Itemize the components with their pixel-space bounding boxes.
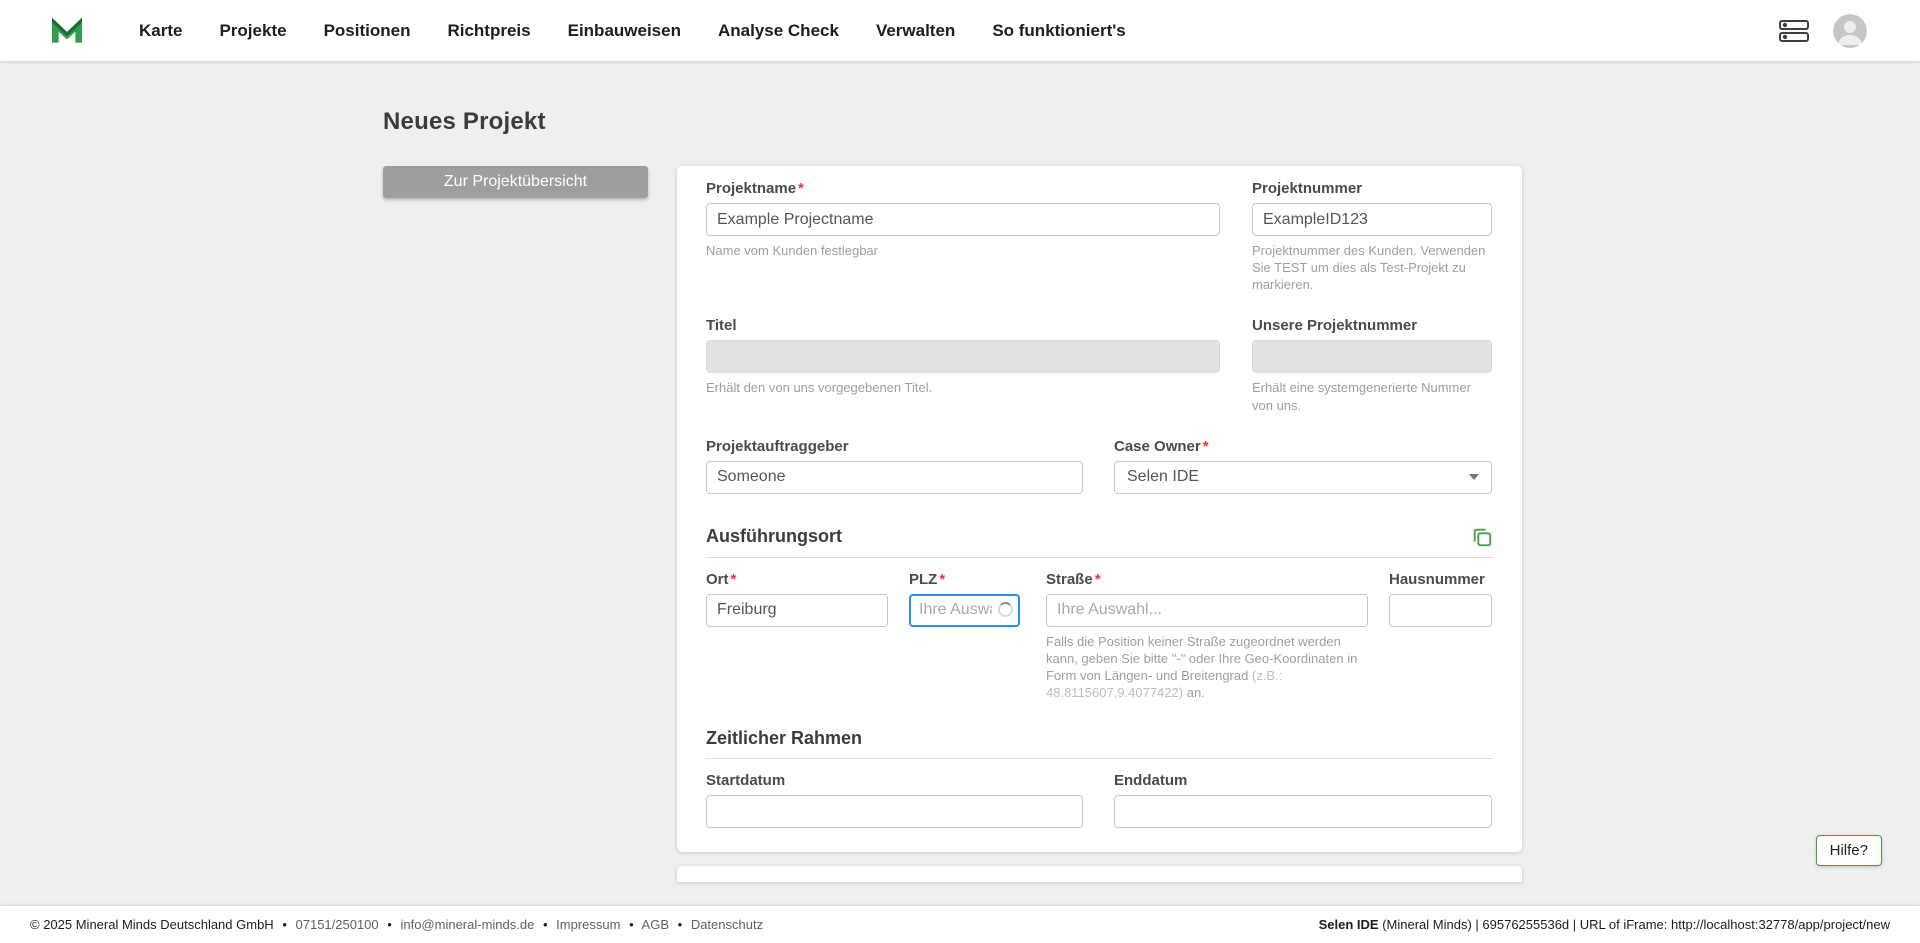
- strasse-helper: Falls die Position keiner Straße zugeord…: [1046, 633, 1358, 701]
- copy-icon: [1473, 528, 1492, 546]
- help-button[interactable]: Hilfe?: [1815, 835, 1882, 866]
- nav-item-karte[interactable]: Karte: [139, 21, 182, 41]
- footer-phone-link[interactable]: 07151/250100: [296, 917, 379, 932]
- projektname-label: Projektname *: [706, 180, 804, 197]
- projektname-input[interactable]: [706, 203, 1220, 236]
- titel-label: Titel: [706, 317, 737, 335]
- strasse-label: Straße *: [1046, 570, 1101, 588]
- nav-item-verwalten[interactable]: Verwalten: [876, 21, 955, 41]
- field-projektname: Projektname* Name vom Kunden festlegbar: [706, 180, 1220, 293]
- nav-item-so-funktionierts[interactable]: So funktioniert's: [992, 21, 1125, 41]
- chevron-down-icon: [1469, 474, 1479, 481]
- projektauftraggeber-input[interactable]: [706, 460, 1083, 494]
- enddatum-input[interactable]: [1114, 795, 1492, 829]
- zur-projektuebersicht-button[interactable]: Zur Projektübersicht: [383, 166, 648, 198]
- section-divider: [706, 758, 1493, 760]
- new-project-form-card: Projektname* Name vom Kunden festlegbar …: [677, 166, 1522, 853]
- ort-input[interactable]: [706, 593, 888, 627]
- case-owner-select[interactable]: Selen IDE: [1114, 460, 1492, 494]
- hausnummer-label: Hausnummer: [1389, 570, 1485, 588]
- field-startdatum: Startdatum: [706, 772, 1083, 829]
- user-avatar[interactable]: [1833, 13, 1867, 48]
- field-plz: PLZ *: [909, 571, 1020, 702]
- main-navigation: Karte Projekte Positionen Richtpreis Ein…: [139, 21, 1163, 41]
- field-strasse: Straße* Falls die Position keiner Straße…: [1046, 571, 1368, 702]
- required-asterisk: *: [730, 570, 737, 588]
- page-body: Neues Projekt Zur Projektübersicht Proje…: [0, 61, 1920, 883]
- nav-item-einbauweisen[interactable]: Einbauweisen: [568, 21, 681, 41]
- field-unsere-projektnummer: Unsere Projektnummer Erhält eine systemg…: [1252, 317, 1492, 413]
- hausnummer-input[interactable]: [1389, 593, 1492, 627]
- footer-links: © 2025 Mineral Minds Deutschland GmbH • …: [30, 917, 764, 932]
- plz-label: PLZ *: [909, 570, 946, 588]
- footer-username: Selen IDE: [1318, 917, 1379, 932]
- projektnummer-helper: Projektnummer des Kunden. Verwenden Sie …: [1252, 243, 1486, 293]
- ort-label: Ort *: [706, 570, 737, 588]
- field-case-owner: Case Owner * Selen IDE: [1114, 438, 1492, 494]
- projektnummer-label: Projektnummer: [1252, 180, 1363, 197]
- field-titel: Titel Erhält den von uns vorgegebenen Ti…: [706, 317, 1220, 413]
- case-owner-label: Case Owner *: [1114, 437, 1209, 455]
- nav-item-projekte[interactable]: Projekte: [219, 21, 286, 41]
- footer-agb-link[interactable]: AGB: [642, 917, 669, 932]
- projektauftraggeber-label: Projektauftraggeber: [706, 437, 849, 455]
- strasse-input[interactable]: [1046, 593, 1368, 627]
- field-projektauftraggeber: Projektauftraggeber: [706, 438, 1083, 494]
- nav-item-analyse-check[interactable]: Analyse Check: [718, 21, 839, 41]
- unsere-projektnummer-helper: Erhält eine systemgenerierte Nummer von …: [1252, 380, 1471, 413]
- enddatum-label: Enddatum: [1114, 772, 1188, 790]
- required-asterisk: *: [939, 570, 946, 588]
- section-title-ausfuehrungsort: Ausführungsort: [706, 526, 842, 547]
- next-card-top-edge: [677, 866, 1522, 883]
- field-projektnummer: Projektnummer Projektnummer des Kunden. …: [1252, 180, 1492, 293]
- startdatum-label: Startdatum: [706, 772, 786, 790]
- projektname-helper: Name vom Kunden festlegbar: [706, 243, 878, 258]
- startdatum-input[interactable]: [706, 795, 1083, 829]
- footer-bar: © 2025 Mineral Minds Deutschland GmbH • …: [0, 906, 1920, 943]
- footer-impressum-link[interactable]: Impressum: [556, 917, 620, 932]
- footer-datenschutz-link[interactable]: Datenschutz: [691, 917, 763, 932]
- field-enddatum: Enddatum: [1114, 772, 1492, 829]
- copy-location-button[interactable]: [1471, 526, 1493, 548]
- case-owner-selected-value: Selen IDE: [1127, 468, 1200, 486]
- titel-input: [706, 340, 1220, 374]
- section-title-zeitlicher-rahmen: Zeitlicher Rahmen: [706, 728, 863, 749]
- unsere-projektnummer-input: [1252, 340, 1492, 374]
- server-icon[interactable]: [1779, 19, 1809, 43]
- footer-email-link[interactable]: info@mineral-minds.de: [400, 917, 534, 932]
- nav-item-richtpreis[interactable]: Richtpreis: [447, 21, 530, 41]
- required-asterisk: *: [1202, 437, 1209, 455]
- unsere-projektnummer-label: Unsere Projektnummer: [1252, 317, 1418, 335]
- field-hausnummer: Hausnummer: [1389, 571, 1492, 702]
- footer-session-text: (Mineral Minds) | 69576255536d | URL of …: [1378, 917, 1890, 932]
- nav-item-positionen[interactable]: Positionen: [324, 21, 411, 41]
- required-asterisk: *: [1094, 570, 1101, 588]
- footer-session-info: Selen IDE (Mineral Minds) | 69576255536d…: [1319, 917, 1890, 932]
- mineral-minds-logo-icon[interactable]: [47, 11, 87, 51]
- copyright-text: © 2025 Mineral Minds Deutschland GmbH: [30, 917, 274, 932]
- titel-helper: Erhält den von uns vorgegebenen Titel.: [706, 380, 933, 396]
- field-ort: Ort *: [706, 571, 888, 702]
- top-navbar: Karte Projekte Positionen Richtpreis Ein…: [0, 0, 1920, 61]
- section-divider: [706, 556, 1493, 558]
- page-title: Neues Projekt: [383, 108, 546, 135]
- projektnummer-input[interactable]: [1252, 203, 1492, 236]
- required-asterisk: *: [798, 180, 804, 197]
